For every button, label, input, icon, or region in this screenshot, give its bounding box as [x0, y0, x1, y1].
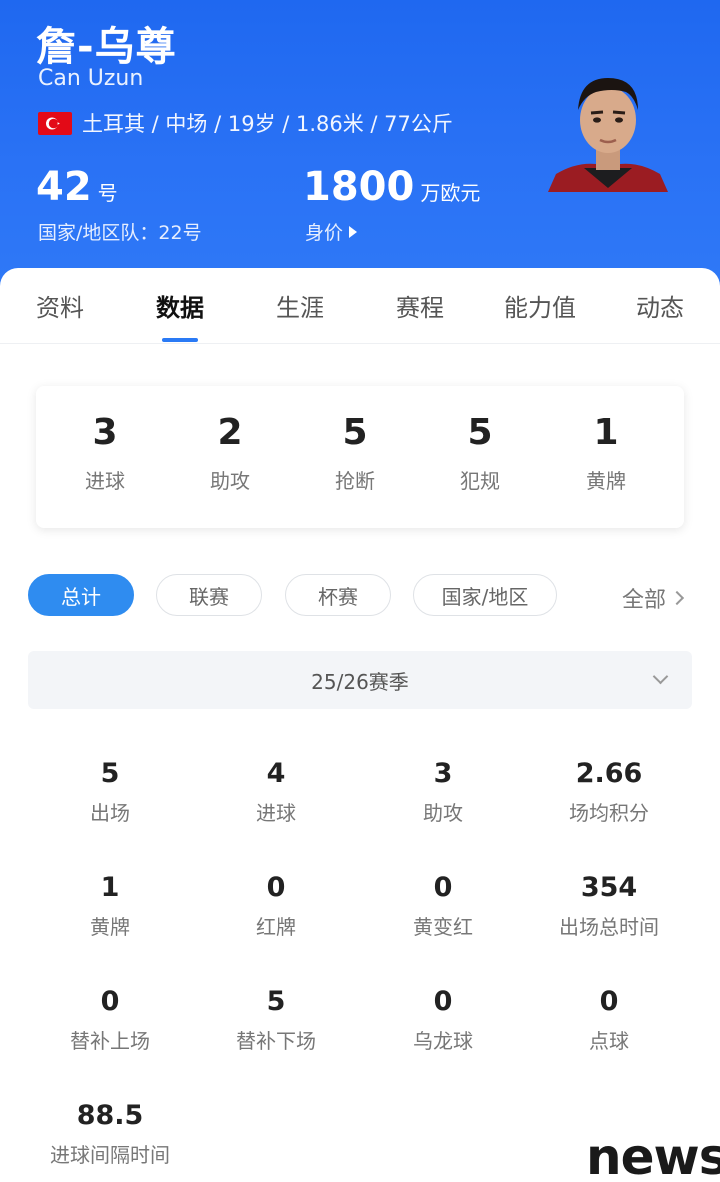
stat-value: 0 — [100, 986, 120, 1017]
filter-chip-national[interactable]: 国家/地区 — [413, 574, 557, 616]
stat-label: 黄牌 — [90, 915, 130, 939]
stat-label: 红牌 — [256, 915, 296, 939]
tab-profile[interactable]: 资料 — [0, 288, 120, 323]
summary-label: 犯规 — [460, 469, 500, 493]
turkey-flag-icon — [38, 111, 72, 135]
stat-item: 354 出场总时间 — [524, 872, 694, 940]
stat-item: 0 替补上场 — [25, 986, 195, 1054]
summary-item: 5 犯规 — [430, 412, 530, 494]
news-watermark: news — [586, 1128, 720, 1182]
summary-item: 1 黄牌 — [556, 412, 656, 494]
stat-label: 出场 — [90, 801, 130, 825]
summary-item: 5 抢断 — [305, 412, 405, 494]
summary-item: 3 进球 — [55, 412, 155, 494]
summary-item: 2 助攻 — [180, 412, 280, 494]
summary-value: 2 — [217, 412, 243, 453]
stat-item: 5 出场 — [25, 758, 195, 826]
market-value-link[interactable]: 身价 — [305, 218, 358, 245]
stat-value: 3 — [433, 758, 453, 789]
stat-label: 进球间隔时间 — [50, 1143, 170, 1167]
player-photo — [546, 70, 670, 192]
shirt-number: 42 号 — [36, 164, 118, 210]
stat-item: 3 助攻 — [358, 758, 528, 826]
tab-stats[interactable]: 数据 — [120, 288, 240, 323]
market-value-unit: 万欧元 — [420, 181, 481, 205]
stat-item: 0 乌龙球 — [358, 986, 528, 1054]
stat-value: 4 — [266, 758, 286, 789]
summary-label: 助攻 — [210, 469, 250, 493]
filter-all-link[interactable]: 全部 — [622, 582, 685, 614]
stat-value: 5 — [100, 758, 120, 789]
season-value: 25/26赛季 — [311, 669, 409, 694]
summary-value: 5 — [342, 412, 368, 453]
stat-label: 点球 — [589, 1029, 629, 1053]
summary-value: 3 — [92, 412, 118, 453]
content-card: 资料 数据 生涯 赛程 能力值 动态 3 进球 2 助攻 5 抢断 5 犯规 1… — [0, 268, 720, 1182]
stat-item: 0 黄变红 — [358, 872, 528, 940]
market-value-number: 1800 — [303, 164, 415, 210]
summary-card: 3 进球 2 助攻 5 抢断 5 犯规 1 黄牌 — [36, 386, 684, 528]
stat-label: 进球 — [256, 801, 296, 825]
stat-item: 0 点球 — [524, 986, 694, 1054]
shirt-number-unit: 号 — [97, 181, 118, 205]
tab-ratings[interactable]: 能力值 — [480, 288, 600, 323]
chevron-right-icon — [669, 590, 685, 606]
active-tab-indicator — [162, 338, 198, 342]
market-value-label: 身价 — [305, 222, 344, 244]
player-header: 詹-乌尊 Can Uzun 土耳其 / 中场 / 19岁 / 1.86米 / 7… — [0, 0, 720, 300]
player-info-row: 土耳其 / 中场 / 19岁 / 1.86米 / 77公斤 — [38, 108, 453, 138]
summary-label: 进球 — [85, 469, 125, 493]
stat-item: 0 红牌 — [191, 872, 361, 940]
filter-all-label: 全部 — [622, 588, 667, 613]
chevron-down-icon — [652, 668, 669, 685]
stat-value: 354 — [580, 872, 638, 903]
stat-value: 0 — [599, 986, 619, 1017]
player-name-en: Can Uzun — [38, 66, 144, 91]
summary-label: 抢断 — [335, 469, 375, 493]
summary-value: 5 — [467, 412, 493, 453]
stat-label: 替补下场 — [236, 1029, 316, 1053]
stat-item: 4 进球 — [191, 758, 361, 826]
summary-value: 1 — [593, 412, 619, 453]
filter-chip-league[interactable]: 联赛 — [156, 574, 262, 616]
national-team-number: 国家/地区队：22号 — [38, 222, 202, 244]
summary-label: 黄牌 — [586, 469, 626, 493]
filter-chip-cup[interactable]: 杯赛 — [285, 574, 391, 616]
season-select[interactable]: 25/26赛季 — [28, 651, 692, 709]
stat-label: 乌龙球 — [413, 1029, 473, 1053]
stat-value: 5 — [266, 986, 286, 1017]
tab-bar: 资料 数据 生涯 赛程 能力值 动态 — [0, 268, 720, 344]
stat-value: 0 — [433, 986, 453, 1017]
shirt-number-value: 42 — [36, 164, 92, 210]
tab-career[interactable]: 生涯 — [240, 288, 360, 323]
player-info-text: 土耳其 / 中场 / 19岁 / 1.86米 / 77公斤 — [82, 112, 453, 136]
filter-chip-total[interactable]: 总计 — [28, 574, 134, 616]
stat-value: 1 — [100, 872, 120, 903]
stat-value: 88.5 — [76, 1100, 144, 1131]
stat-item: 5 替补下场 — [191, 986, 361, 1054]
stat-value: 0 — [433, 872, 453, 903]
stat-label: 黄变红 — [413, 915, 473, 939]
stat-item: 1 黄牌 — [25, 872, 195, 940]
stat-label: 替补上场 — [70, 1029, 150, 1053]
tab-schedule[interactable]: 赛程 — [360, 288, 480, 323]
caret-right-icon — [349, 225, 358, 238]
stat-item: 2.66 场均积分 — [524, 758, 694, 826]
player-name-cn: 詹-乌尊 — [36, 24, 177, 70]
stat-label: 出场总时间 — [559, 915, 659, 939]
stat-value: 0 — [266, 872, 286, 903]
stat-label: 助攻 — [423, 801, 463, 825]
stat-label: 场均积分 — [569, 801, 649, 825]
stat-value: 2.66 — [575, 758, 643, 789]
stat-item: 88.5 进球间隔时间 — [25, 1100, 195, 1168]
tab-news[interactable]: 动态 — [600, 288, 720, 323]
market-value: 1800 万欧元 — [303, 164, 480, 210]
